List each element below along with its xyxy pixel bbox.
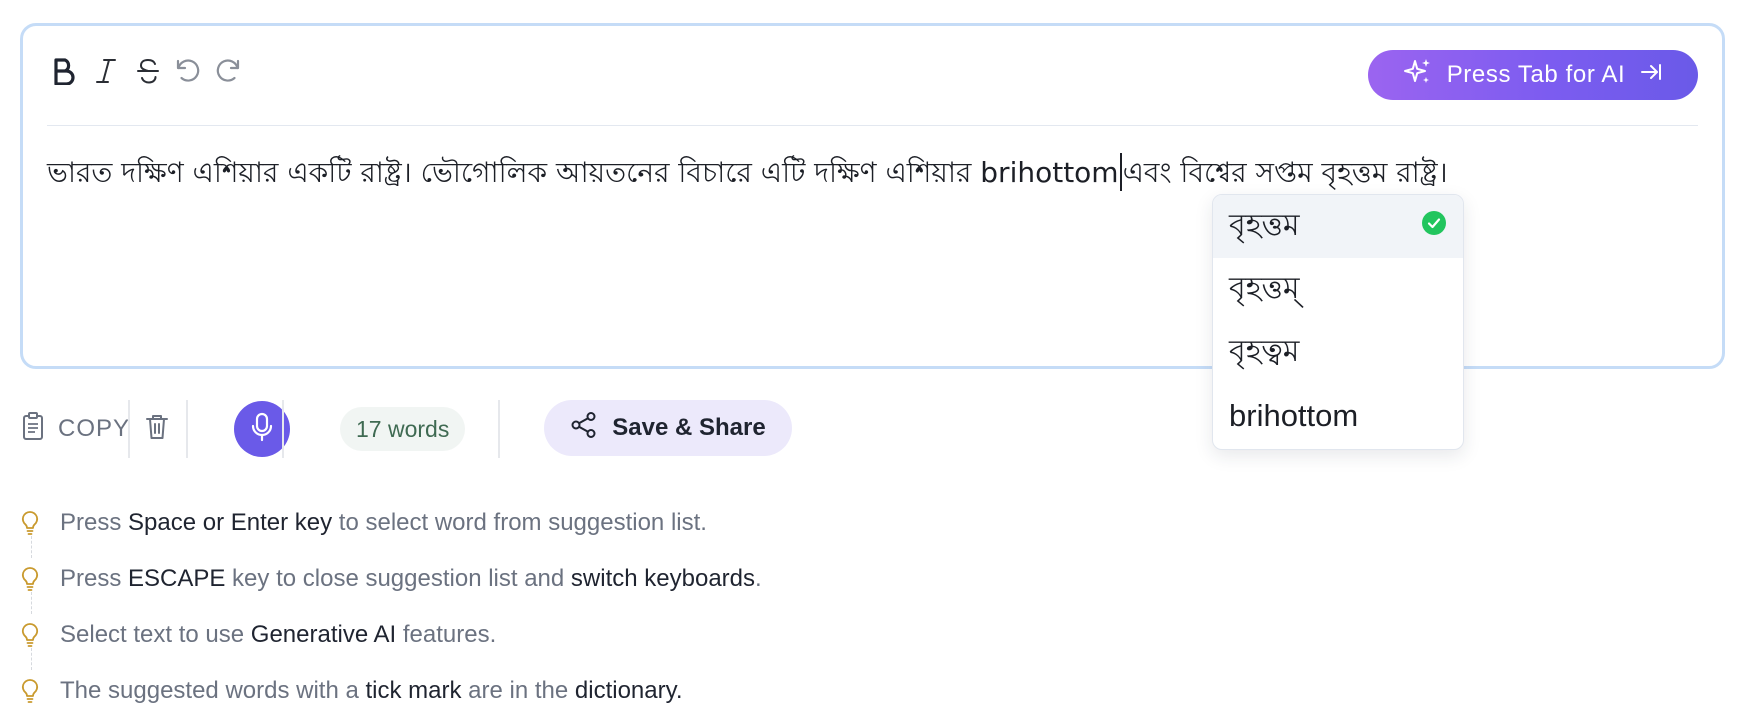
bold-icon[interactable]: [43, 50, 85, 92]
tip-item: Select text to use Generative AI feature…: [20, 606, 920, 670]
tip-segment: features.: [396, 621, 497, 648]
tip-emphasis: ESCAPE: [128, 565, 226, 592]
tip-segment: to select word from suggestion list.: [332, 509, 707, 536]
suggestion-text: brihottom: [1229, 397, 1359, 433]
sparkles-icon: [1403, 57, 1433, 94]
tip-emphasis: tick mark: [365, 677, 462, 704]
save-share-button[interactable]: Save & Share: [544, 400, 792, 456]
suggestion-item[interactable]: বৃহত্বম: [1213, 321, 1463, 384]
tip-segment: Press: [60, 565, 129, 592]
text-before-caret: ভারত দক্ষিণ এশিয়ার একটি রাষ্ট্র। ভৌগোলি…: [47, 156, 1119, 189]
tips-list: Press Space or Enter key to select word …: [20, 494, 920, 718]
lightbulb-icon: [20, 678, 44, 703]
divider: [498, 400, 500, 458]
clipboard-icon: [20, 411, 46, 448]
editor-toolbar: Press Tab for AI: [47, 26, 1698, 126]
suggestion-text: বৃহত্তম: [1229, 208, 1300, 243]
tip-segment: .: [755, 565, 762, 592]
suggestion-item[interactable]: বৃহত্তম্: [1213, 258, 1463, 321]
tip-segment: Press: [60, 509, 129, 536]
divider: [282, 400, 284, 458]
suggestion-text: বৃহত্তম্: [1229, 271, 1300, 306]
italic-icon[interactable]: [85, 50, 127, 92]
tip-emphasis: dictionary.: [574, 677, 683, 704]
text-after-caret: এবং বিশ্বের সপ্তম বৃহত্তম রাষ্ট্র।: [1122, 156, 1448, 189]
suggestion-text: বৃহত্বম: [1229, 334, 1300, 369]
lightbulb-icon: [20, 510, 44, 535]
copy-label: COPY: [58, 415, 131, 442]
word-count-badge: 17 words: [340, 407, 466, 451]
text-caret: [1119, 153, 1122, 191]
tip-text: Press ESCAPE key to close suggestion lis…: [60, 565, 762, 593]
arrow-right-to-line-icon: [1639, 60, 1663, 91]
lightbulb-icon: [20, 566, 44, 591]
tip-segment: The suggested words with a: [60, 677, 366, 704]
ai-assist-button[interactable]: Press Tab for AI: [1368, 50, 1698, 100]
tip-emphasis: Generative AI: [250, 621, 397, 648]
strikethrough-icon[interactable]: [127, 50, 169, 92]
lightbulb-icon: [20, 622, 44, 647]
redo-icon[interactable]: [207, 50, 249, 92]
tip-item: Press Space or Enter key to select word …: [20, 494, 920, 558]
suggestion-item[interactable]: বৃহত্তম: [1213, 195, 1463, 258]
tip-emphasis: Space or Enter key: [128, 509, 333, 536]
delete-button[interactable]: [136, 408, 178, 450]
share-icon: [570, 411, 598, 446]
editor-panel: Press Tab for AI ভারত দক্ষিণ এশিয়ার একট…: [20, 23, 1725, 369]
divider: [186, 400, 188, 458]
undo-icon[interactable]: [167, 50, 209, 92]
action-bar: COPY 17 words Save & Share: [20, 400, 792, 458]
copy-button[interactable]: COPY: [20, 400, 130, 458]
suggestion-list: বৃহত্তম বৃহত্তম্ বৃহত্বম brihottom: [1212, 194, 1464, 450]
tip-emphasis: switch keyboards: [570, 565, 755, 592]
tip-text: Select text to use Generative AI feature…: [60, 621, 496, 649]
divider: [128, 400, 130, 458]
save-share-label: Save & Share: [612, 414, 766, 441]
tip-segment: key to close suggestion list and: [225, 565, 571, 592]
tip-item: Press ESCAPE key to close suggestion lis…: [20, 550, 920, 614]
tip-segment: Select text to use: [60, 621, 251, 648]
ai-button-label: Press Tab for AI: [1446, 61, 1626, 88]
tip-item: The suggested words with a tick mark are…: [20, 662, 920, 718]
editor-text[interactable]: ভারত দক্ষিণ এশিয়ার একটি রাষ্ট্র। ভৌগোলি…: [47, 153, 1698, 193]
suggestion-item[interactable]: brihottom: [1213, 384, 1463, 447]
tip-text: Press Space or Enter key to select word …: [60, 509, 707, 537]
trash-icon: [144, 413, 170, 445]
tip-segment: are in the: [461, 677, 575, 704]
tip-text: The suggested words with a tick mark are…: [60, 677, 683, 705]
check-circle-icon: [1421, 209, 1447, 244]
microphone-icon: [250, 412, 274, 446]
